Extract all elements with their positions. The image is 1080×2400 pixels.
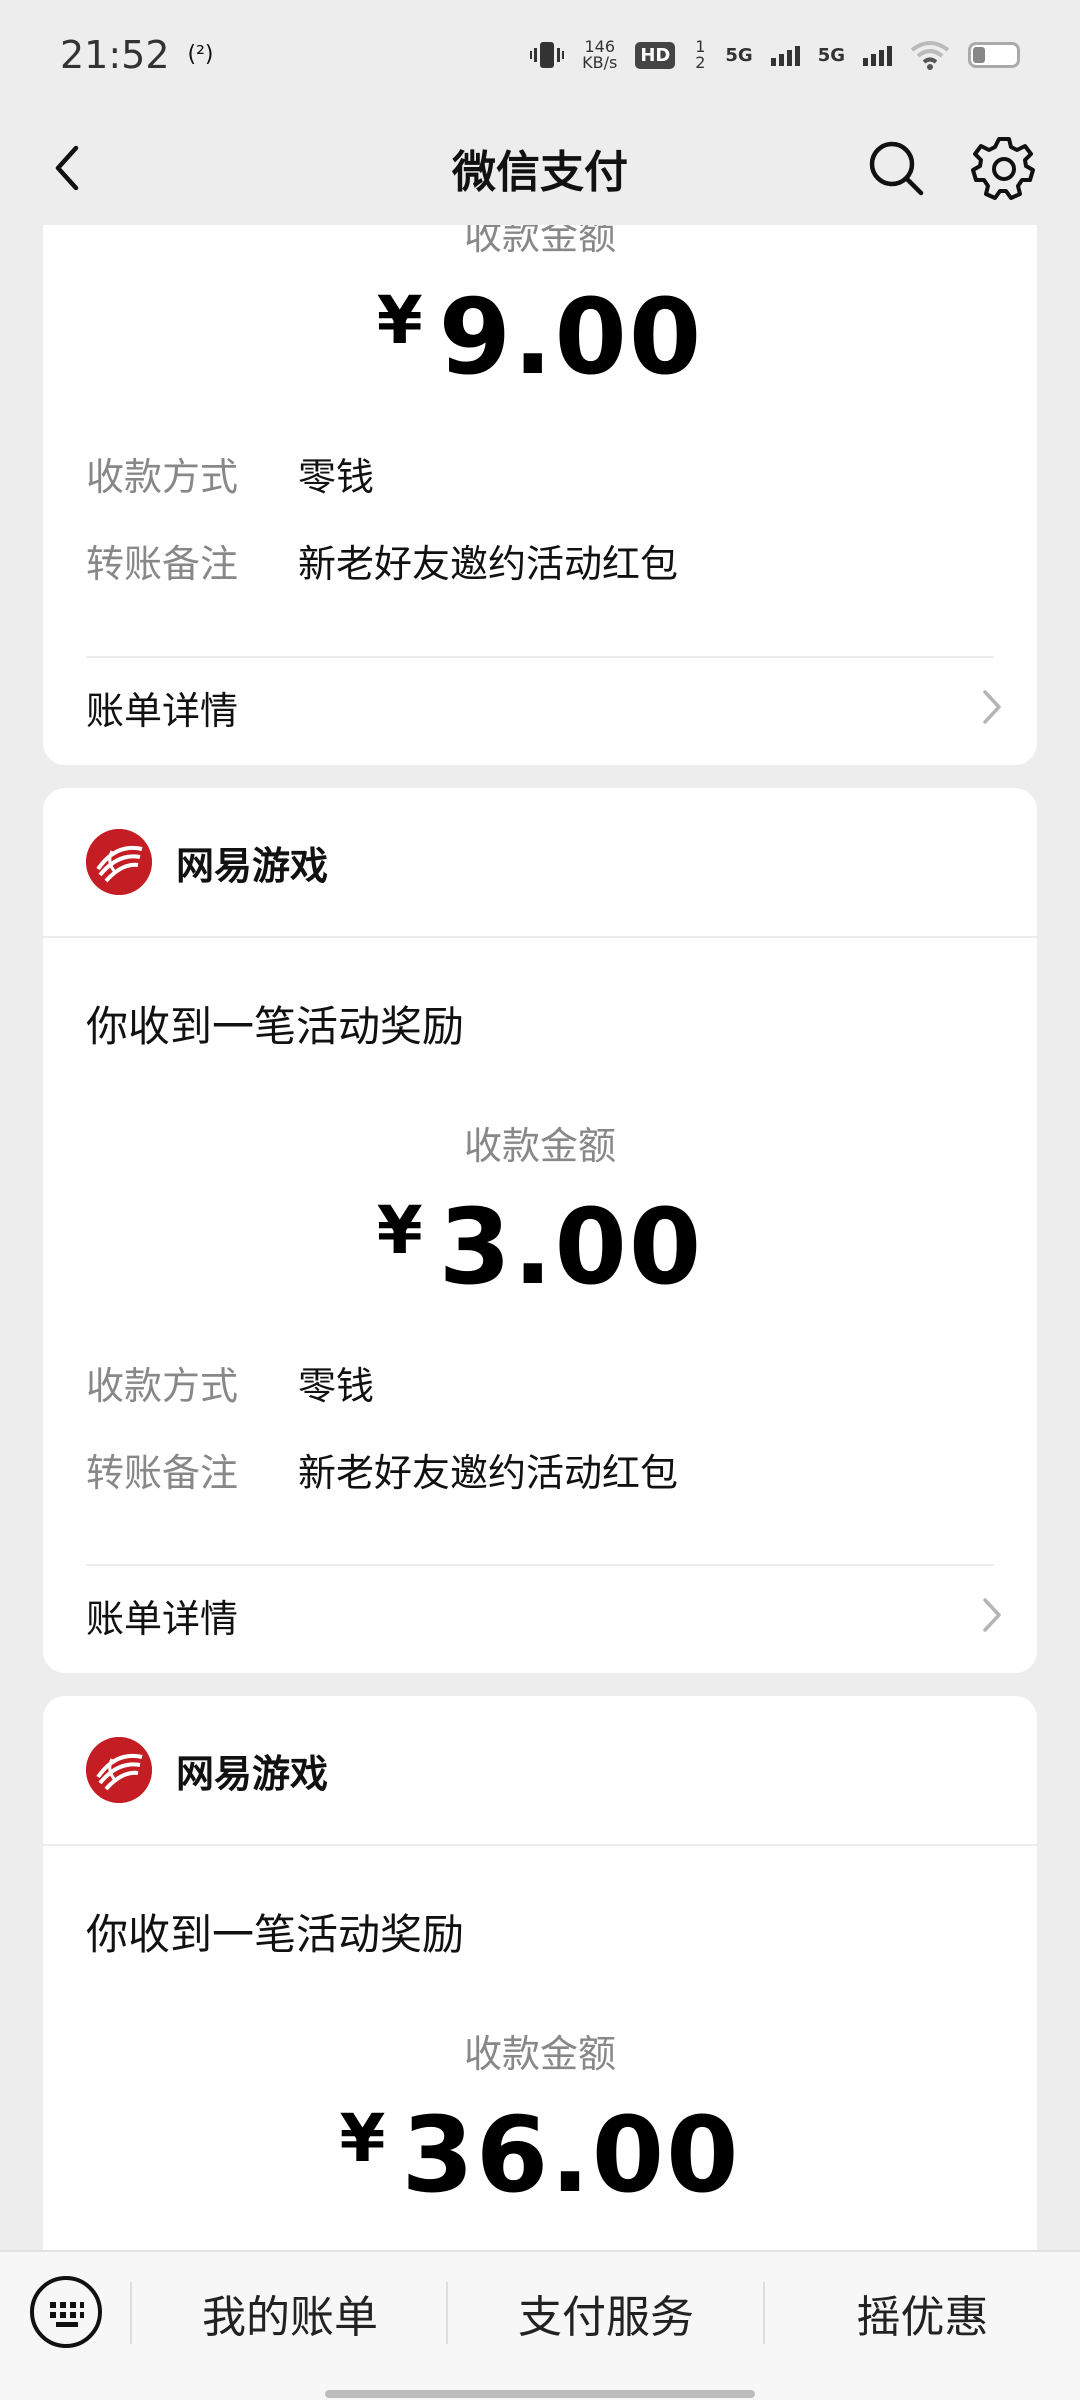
home-indicator[interactable] [325, 2390, 755, 2398]
status-right: 146 KB/s HD 1 2 5G 5G [530, 39, 1020, 71]
message-title: 你收到一笔活动奖励 [86, 1910, 465, 1959]
currency-symbol: ¥ [376, 1192, 423, 1269]
network-type-1: 5G [725, 44, 753, 66]
chevron-right-icon [983, 1598, 1001, 1632]
vibrate-icon [530, 42, 565, 68]
hd-sub: 1 2 [695, 37, 706, 72]
status-time: 21:52 [60, 33, 170, 77]
menu-shake-deals[interactable]: 摇优惠 [765, 2252, 1080, 2374]
network-speed: 146 KB/s [582, 39, 617, 71]
netease-logo-icon [86, 1737, 152, 1803]
method-key: 收款方式 [86, 455, 239, 499]
method-row: 收款方式 零钱 [86, 446, 374, 501]
netease-logo-icon [86, 829, 152, 895]
back-icon[interactable] [42, 140, 98, 196]
bottom-menu-bar: 我的账单 支付服务 摇优惠 [0, 2250, 1080, 2400]
divider [86, 656, 994, 658]
currency-symbol: ¥ [376, 282, 423, 359]
bill-detail-label: 账单详情 [86, 1596, 239, 1641]
battery-icon [968, 42, 1020, 68]
keyboard-icon[interactable] [28, 2274, 104, 2350]
wifi-icon [910, 41, 950, 70]
gear-icon[interactable] [970, 134, 1038, 202]
status-left: 21:52 (²) [60, 33, 214, 77]
note-value: 新老好友邀约活动红包 [298, 1451, 679, 1495]
signal-icon [770, 44, 800, 66]
method-row: 收款方式 零钱 [86, 1355, 374, 1410]
merchant-header[interactable]: 网易游戏 [43, 1696, 1037, 1846]
payment-card: 收款金额 ¥9.00 收款方式 零钱 转账备注 新老好友邀约活动红包 账单详情 [43, 225, 1037, 765]
merchant-name: 网易游戏 [176, 843, 329, 888]
method-value: 零钱 [298, 455, 375, 499]
amount-label: 收款金额 [463, 2032, 616, 2076]
bill-detail-link[interactable]: 账单详情 [86, 677, 1007, 737]
amount-label: 收款金额 [463, 225, 616, 258]
bill-detail-link[interactable]: 账单详情 [86, 1585, 1007, 1645]
bill-detail-label: 账单详情 [86, 688, 239, 733]
nav-bar: 微信支付 [0, 110, 1080, 225]
page-title: 微信支付 [452, 146, 628, 198]
message-list[interactable]: 收款金额 ¥9.00 收款方式 零钱 转账备注 新老好友邀约活动红包 账单详情 [0, 225, 1080, 2250]
note-row: 转账备注 新老好友邀约活动红包 [86, 1442, 678, 1497]
payment-card: 网易游戏 你收到一笔活动奖励 收款金额 ¥36.00 [43, 1696, 1037, 2250]
note-key: 转账备注 [86, 1451, 239, 1495]
amount-number: 9.00 [438, 276, 704, 398]
message-title: 你收到一笔活动奖励 [86, 1002, 465, 1051]
amount-value: ¥3.00 [43, 1186, 1037, 1308]
search-icon[interactable] [866, 138, 926, 198]
status-bar: 21:52 (²) 146 KB/s HD 1 2 5G 5G [0, 0, 1080, 110]
hd-icon: HD [635, 41, 676, 69]
note-row: 转账备注 新老好友邀约活动红包 [86, 533, 678, 588]
network-type-2: 5G [817, 44, 845, 66]
amount-value: ¥9.00 [43, 276, 1037, 398]
chevron-right-icon [983, 690, 1001, 724]
divider [86, 1564, 994, 1566]
currency-symbol: ¥ [339, 2100, 386, 2177]
speed-unit: KB/s [582, 53, 618, 72]
merchant-name: 网易游戏 [176, 1751, 329, 1796]
amount-label: 收款金额 [463, 1124, 616, 1168]
amount-number: 3.00 [438, 1186, 704, 1308]
menu-my-bills[interactable]: 我的账单 [132, 2252, 448, 2374]
nfc-icon: (²) [187, 42, 214, 67]
signal-icon-2 [863, 44, 892, 66]
method-key: 收款方式 [86, 1364, 239, 1408]
note-value: 新老好友邀约活动红包 [298, 542, 679, 586]
merchant-header[interactable]: 网易游戏 [43, 788, 1037, 938]
method-value: 零钱 [298, 1364, 375, 1408]
note-key: 转账备注 [86, 542, 239, 586]
menu-payment-services[interactable]: 支付服务 [448, 2252, 764, 2374]
amount-number: 36.00 [401, 2094, 741, 2216]
amount-value: ¥36.00 [43, 2094, 1037, 2216]
payment-card: 网易游戏 你收到一笔活动奖励 收款金额 ¥3.00 收款方式 零钱 转账备注 新… [43, 788, 1037, 1673]
